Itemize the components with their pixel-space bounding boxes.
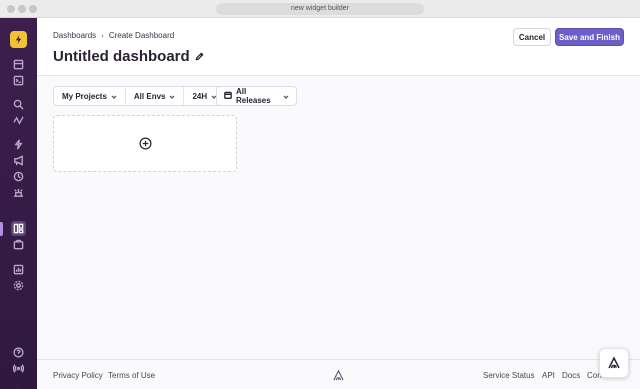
api-link[interactable]: API xyxy=(542,371,555,380)
history-icon[interactable] xyxy=(11,169,26,184)
chevron-down-icon xyxy=(169,93,175,99)
breadcrumb-dashboards[interactable]: Dashboards xyxy=(53,31,96,40)
lightning-icon xyxy=(15,35,22,44)
sidebar xyxy=(0,18,37,389)
environment-filter-label: All Envs xyxy=(133,91,166,101)
sentry-logo-icon xyxy=(608,356,620,369)
monitor-icon[interactable] xyxy=(11,262,26,277)
terms-of-use-link[interactable]: Terms of Use xyxy=(108,371,155,380)
project-filter[interactable]: My Projects xyxy=(54,87,126,105)
releases-icon[interactable] xyxy=(11,137,26,152)
crons-icon[interactable] xyxy=(11,185,26,200)
plus-circle-icon xyxy=(139,137,151,150)
release-filter[interactable]: All Releases xyxy=(216,86,297,106)
chevron-down-icon xyxy=(283,93,289,99)
settings-icon[interactable] xyxy=(11,278,26,293)
dashboards-icon[interactable] xyxy=(11,221,26,236)
cancel-button[interactable]: Cancel xyxy=(513,28,551,46)
projects-icon[interactable] xyxy=(11,73,26,88)
calendar-icon xyxy=(224,91,232,101)
docs-link[interactable]: Docs xyxy=(562,371,580,380)
chevron-down-icon xyxy=(111,93,117,99)
breadcrumb-separator: › xyxy=(101,31,104,40)
search-icon[interactable] xyxy=(11,97,26,112)
address-bar[interactable]: new widget builder xyxy=(216,3,424,15)
stats-icon[interactable] xyxy=(11,237,26,252)
release-filter-label: All Releases xyxy=(236,87,271,105)
footer: Privacy Policy Terms of Use Service Stat… xyxy=(37,359,640,389)
sentry-logo-icon xyxy=(332,369,345,382)
page-filter-bar: My Projects All Envs 24H xyxy=(53,86,227,106)
breadcrumb: Dashboards › Create Dashboard xyxy=(53,31,174,40)
dashboard-canvas: My Projects All Envs 24H All Releases xyxy=(37,76,640,359)
date-range-filter-label: 24H xyxy=(192,91,208,101)
minimize-window-button[interactable] xyxy=(18,5,26,13)
page-header: Dashboards › Create Dashboard Untitled d… xyxy=(37,18,640,76)
broadcast-icon[interactable] xyxy=(11,361,26,376)
issues-icon[interactable] xyxy=(11,57,26,72)
breadcrumb-create-dashboard: Create Dashboard xyxy=(108,31,175,40)
add-widget-button[interactable] xyxy=(53,115,237,172)
edit-pencil-icon[interactable] xyxy=(195,52,204,61)
alerts-icon[interactable] xyxy=(11,153,26,168)
project-filter-label: My Projects xyxy=(62,91,107,101)
help-icon[interactable] xyxy=(11,345,26,360)
close-window-button[interactable] xyxy=(7,5,15,13)
active-indicator xyxy=(0,222,3,236)
environment-filter[interactable]: All Envs xyxy=(126,87,185,105)
org-logo[interactable] xyxy=(10,31,27,48)
privacy-policy-link[interactable]: Privacy Policy xyxy=(53,371,103,380)
maximize-window-button[interactable] xyxy=(29,5,37,13)
dashboard-title-text[interactable]: Untitled dashboard xyxy=(53,48,190,65)
save-and-finish-button[interactable]: Save and Finish xyxy=(555,28,624,46)
page-title: Untitled dashboard xyxy=(53,48,204,65)
expand-icon[interactable] xyxy=(11,385,26,389)
window-titlebar: new widget builder xyxy=(0,0,640,18)
floating-feedback-button[interactable] xyxy=(599,348,629,378)
service-status-link[interactable]: Service Status xyxy=(483,371,535,380)
performance-icon[interactable] xyxy=(11,113,26,128)
